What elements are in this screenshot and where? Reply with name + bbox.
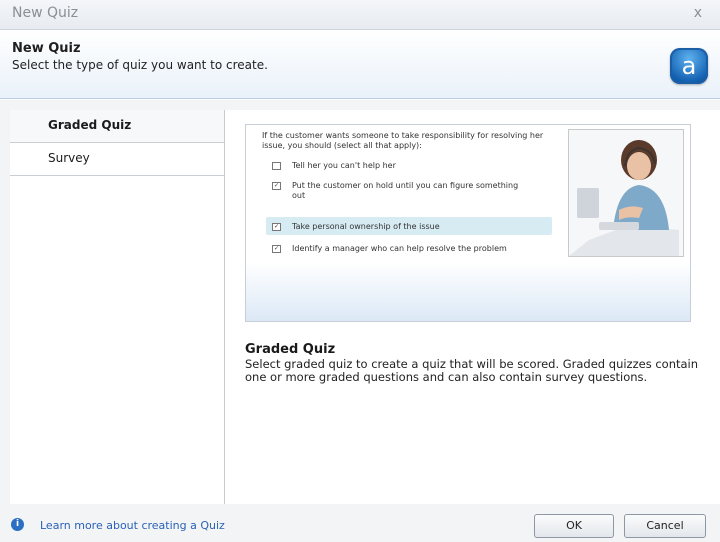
quiz-type-list: Graded Quiz Survey [10,110,224,504]
sidebar-item-graded-quiz[interactable]: Graded Quiz [10,110,224,143]
photo-illustration [569,130,683,256]
sidebar-item-survey[interactable]: Survey [10,143,224,176]
learn-more-link[interactable]: Learn more about creating a Quiz [40,519,225,532]
content-panel: If the customer wants someone to take re… [224,110,720,504]
cancel-button[interactable]: Cancel [624,514,706,538]
woman-with-headset-image [568,129,684,257]
close-icon[interactable]: x [694,5,702,21]
header-subtitle: Select the type of quiz you want to crea… [12,58,268,72]
checked-checkbox-icon: ✓ [272,223,281,231]
dialog-body: Graded Quiz Survey If the customer wants… [0,100,720,504]
checked-checkbox-icon: ✓ [272,245,281,253]
window-title: New Quiz [12,5,79,21]
checkbox-icon [272,162,281,170]
quiz-preview: If the customer wants someone to take re… [245,124,691,322]
info-icon: i [11,518,24,531]
title-bar: New Quiz x [0,0,720,30]
logo-letter: a [681,52,697,80]
description-title: Graded Quiz [245,342,336,357]
app-logo-icon: a [670,48,708,84]
sidebar-item-label: Survey [48,151,90,165]
checked-checkbox-icon: ✓ [272,182,281,190]
ok-button[interactable]: OK [534,514,614,538]
description-text: Select graded quiz to create a quiz that… [245,357,699,384]
preview-question: If the customer wants someone to take re… [262,131,544,150]
header-title: New Quiz [12,41,81,56]
sidebar-item-label: Graded Quiz [48,118,132,132]
dialog-footer: i Learn more about creating a Quiz OK Ca… [0,504,720,542]
dialog-header: New Quiz Select the type of quiz you wan… [0,30,720,99]
quiz-type-description: Graded Quiz Select graded quiz to create… [245,342,715,384]
